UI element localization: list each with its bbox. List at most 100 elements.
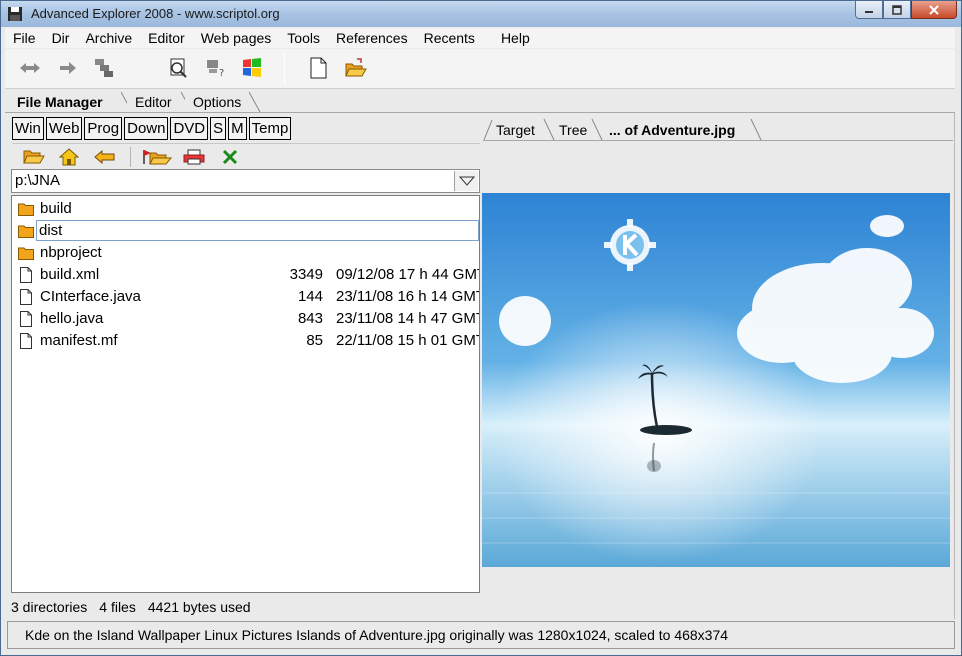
file-date: 23/11/08 16 h 14 GMT bbox=[336, 288, 480, 305]
bytes-used: 4421 bytes used bbox=[147, 599, 251, 615]
file-name: build bbox=[40, 200, 72, 217]
flag-folder-icon bbox=[143, 150, 172, 165]
quick-s-button[interactable]: S bbox=[210, 117, 227, 140]
file-row[interactable]: hello.java 843 23/11/08 14 h 47 GMT bbox=[14, 308, 479, 329]
tab-target[interactable]: Target bbox=[483, 118, 545, 141]
menu-bar: File Dir Archive Editor Web pages Tools … bbox=[5, 28, 955, 48]
menu-file[interactable]: File bbox=[5, 28, 44, 48]
menu-tools[interactable]: Tools bbox=[279, 28, 328, 48]
maximize-button[interactable] bbox=[883, 1, 911, 19]
quick-web-button[interactable]: Web bbox=[45, 117, 83, 140]
quick-m-button[interactable]: M bbox=[228, 117, 247, 140]
file-row[interactable]: CInterface.java 144 23/11/08 16 h 14 GMT bbox=[14, 286, 479, 307]
windows-stack-icon bbox=[95, 59, 113, 77]
printer-icon bbox=[183, 149, 205, 165]
file-date: 22/11/08 15 h 01 GMT bbox=[336, 332, 480, 349]
search-files-button[interactable] bbox=[165, 55, 191, 81]
file-name: dist bbox=[36, 220, 479, 241]
file-row[interactable]: build.xml 3349 09/12/08 17 h 44 GMT bbox=[14, 264, 479, 285]
folder-icon bbox=[18, 203, 34, 216]
tab-options[interactable]: Options bbox=[185, 91, 255, 113]
menu-web-pages[interactable]: Web pages bbox=[193, 28, 280, 48]
windows-logo-icon bbox=[243, 58, 261, 77]
right-edge-line bbox=[954, 113, 955, 619]
svg-text:?: ? bbox=[219, 68, 224, 78]
file-toolbar-separator bbox=[130, 147, 131, 167]
directory-count: 3 directories bbox=[11, 599, 88, 615]
path-combobox[interactable]: p:\JNA bbox=[11, 169, 480, 193]
minimize-button[interactable] bbox=[855, 1, 883, 19]
floppy-disk-icon bbox=[8, 7, 22, 21]
menu-dir[interactable]: Dir bbox=[44, 28, 78, 48]
help-query-button[interactable]: ? bbox=[203, 55, 229, 81]
file-size: 3349 bbox=[289, 266, 323, 283]
menu-archive[interactable]: Archive bbox=[77, 28, 140, 48]
folder-icon bbox=[18, 247, 34, 260]
menu-help[interactable]: Help bbox=[493, 28, 538, 48]
goto-dir-button[interactable] bbox=[142, 147, 172, 167]
open-file-button[interactable] bbox=[343, 55, 369, 81]
quick-dvd-button[interactable]: DVD bbox=[170, 117, 209, 140]
tab-tree[interactable]: Tree bbox=[546, 118, 594, 141]
quick-temp-button[interactable]: Temp bbox=[248, 117, 292, 140]
quick-win-button[interactable]: Win bbox=[12, 117, 44, 140]
tab-tree-label: Tree bbox=[559, 122, 588, 138]
new-document-icon bbox=[310, 57, 327, 79]
chevron-down-icon bbox=[458, 176, 475, 186]
window-layout-button[interactable] bbox=[91, 55, 117, 81]
window-controls bbox=[855, 1, 957, 19]
file-row[interactable]: manifest.mf 85 22/11/08 15 h 01 GMT bbox=[14, 330, 479, 351]
close-x-icon bbox=[222, 149, 238, 165]
file-date: 09/12/08 17 h 44 GMT bbox=[336, 266, 480, 283]
open-dir-button[interactable] bbox=[22, 147, 46, 167]
file-toolbar bbox=[12, 143, 480, 169]
menu-recents[interactable]: Recents bbox=[416, 28, 483, 48]
tab-file-manager-label: File Manager bbox=[17, 94, 103, 110]
folder-row[interactable]: nbproject bbox=[14, 242, 479, 263]
parent-dir-button[interactable] bbox=[93, 147, 117, 167]
quick-down-button[interactable]: Down bbox=[124, 117, 169, 140]
app-window: Advanced Explorer 2008 - www.scriptol.or… bbox=[0, 0, 962, 656]
tab-image-preview-label: ... of Adventure.jpg bbox=[609, 122, 736, 138]
file-name: build.xml bbox=[40, 266, 100, 283]
path-dropdown-button[interactable] bbox=[454, 171, 478, 191]
tab-image-preview[interactable]: ... of Adventure.jpg bbox=[596, 118, 758, 141]
quick-directory-bar: Win Web Prog Down DVD S M Temp bbox=[12, 117, 293, 141]
preview-tab-bar: Target Tree ... of Adventure.jpg bbox=[483, 118, 953, 142]
windows-button[interactable] bbox=[239, 55, 265, 81]
close-button[interactable] bbox=[911, 1, 957, 19]
home-button[interactable] bbox=[57, 147, 81, 167]
find-file-icon bbox=[170, 58, 187, 78]
main-toolbar: ? bbox=[5, 49, 955, 89]
image-preview bbox=[482, 193, 950, 567]
file-size: 144 bbox=[297, 288, 323, 305]
tab-file-manager[interactable]: File Manager bbox=[9, 91, 127, 113]
forward-button[interactable] bbox=[55, 55, 81, 81]
document-icon bbox=[20, 289, 32, 305]
file-list[interactable]: build dist nbproject build.xml 3349 09/12/08 … bbox=[11, 195, 480, 593]
menu-editor[interactable]: Editor bbox=[140, 28, 193, 48]
preview-tab-underline bbox=[483, 140, 953, 141]
title-bar[interactable]: Advanced Explorer 2008 - www.scriptol.or… bbox=[1, 1, 961, 27]
tab-target-label: Target bbox=[496, 122, 535, 138]
document-icon bbox=[20, 267, 32, 283]
tab-editor[interactable]: Editor bbox=[127, 91, 187, 113]
folder-row[interactable]: dist bbox=[14, 220, 479, 241]
close-icon bbox=[929, 4, 939, 15]
print-button[interactable] bbox=[182, 147, 206, 167]
path-value: p:\JNA bbox=[15, 172, 61, 189]
document-icon bbox=[20, 333, 32, 349]
double-arrow-icon bbox=[20, 63, 40, 73]
file-size: 843 bbox=[297, 310, 323, 327]
file-date: 23/11/08 14 h 47 GMT bbox=[336, 310, 480, 327]
folder-row[interactable]: build bbox=[14, 198, 479, 219]
file-count: 4 files bbox=[99, 599, 136, 615]
quick-prog-button[interactable]: Prog bbox=[84, 117, 123, 140]
file-name: nbproject bbox=[40, 244, 102, 261]
new-file-button[interactable] bbox=[305, 55, 331, 81]
delete-button[interactable] bbox=[218, 147, 242, 167]
back-button[interactable] bbox=[17, 55, 43, 81]
open-folder-icon bbox=[345, 58, 367, 77]
menu-references[interactable]: References bbox=[328, 28, 416, 48]
computer-question-icon: ? bbox=[207, 60, 224, 78]
